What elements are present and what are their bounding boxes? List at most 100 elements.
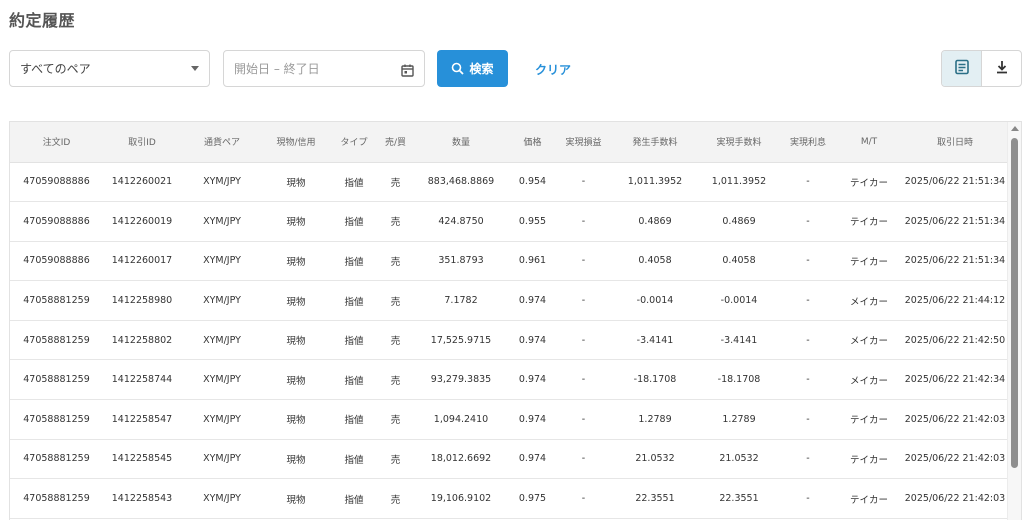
table-cell: 1412258802 [111, 334, 173, 346]
table-cell: テイカー [849, 454, 888, 466]
table-cell: 22.3551 [635, 493, 675, 505]
table-cell: XYM/JPY [203, 493, 241, 505]
table-cell: - [581, 215, 586, 227]
table-cell: 指値 [344, 336, 364, 348]
table-cell: 351.8793 [438, 255, 484, 267]
table-cell: 売 [390, 256, 401, 268]
table-cell: 2025/06/22 21:44:12 [904, 295, 1006, 307]
scroll-thumb[interactable] [1011, 138, 1018, 468]
table-cell: 売 [390, 375, 401, 387]
clear-button[interactable]: クリア [535, 61, 571, 78]
column-header: 価格 [510, 122, 555, 163]
table-cell: 売 [390, 217, 401, 229]
table-cell: 47058881259 [23, 493, 90, 505]
table-cell: - [806, 255, 810, 267]
table-cell: XYM/JPY [203, 334, 241, 346]
search-button-label: 検索 [469, 62, 494, 76]
table-cell: - [806, 493, 810, 505]
table-cell: 指値 [344, 177, 364, 189]
table-cell: - [581, 334, 586, 346]
table-cell: 0.955 [518, 215, 547, 227]
date-range-input[interactable] [234, 61, 401, 76]
column-header: 売/買 [379, 122, 412, 163]
table-cell: 2025/06/22 21:42:03 [904, 493, 1006, 505]
table-cell: 指値 [344, 375, 364, 387]
table-cell: XYM/JPY [203, 176, 241, 188]
column-header: 注文ID [10, 122, 103, 163]
table-cell: XYM/JPY [203, 215, 241, 227]
table-cell: 2025/06/22 21:51:34 [904, 215, 1006, 227]
table-cell: -0.0014 [720, 295, 758, 307]
table-cell: 現物 [286, 217, 306, 229]
table-cell: テイカー [849, 217, 888, 229]
table-cell: 1412260017 [111, 255, 173, 267]
table-cell: 指値 [344, 256, 364, 268]
table-cell: メイカー [849, 375, 888, 387]
table-cell: 1412260021 [111, 176, 173, 188]
table-cell: 指値 [344, 296, 364, 308]
table-cell: 売 [390, 415, 401, 427]
table-cell: 指値 [344, 217, 364, 229]
table-cell: テイカー [849, 494, 888, 506]
download-button[interactable] [982, 51, 1021, 86]
table-cell: 1412258545 [111, 453, 173, 465]
table-cell: - [581, 453, 586, 465]
table-cell: 2025/06/22 21:42:03 [904, 413, 1006, 425]
table-cell: 現物 [286, 454, 306, 466]
table-cell: 18,012.6692 [430, 453, 492, 465]
table-cell: XYM/JPY [203, 295, 241, 307]
table-cell: - [581, 374, 586, 386]
search-icon [451, 62, 465, 75]
table-cell: 1412260019 [111, 215, 173, 227]
table-row: 47058881259 1412258980 XYM/JPY 現物 指値 売 7.1782 0… [10, 281, 1008, 321]
table-cell: 0.4058 [638, 255, 672, 267]
date-range-field[interactable] [223, 50, 425, 87]
table-cell: - [806, 176, 810, 188]
table-cell: -3.4141 [636, 334, 674, 346]
table-cell: 47059088886 [23, 176, 90, 188]
table-cell: 2025/06/22 21:42:03 [904, 453, 1006, 465]
table-header-row: 注文ID 取引ID 通貨ペア 現物/信用 タイプ 売/買 数量 価格 実現損益 発生手数料 実現手数… [10, 122, 1008, 163]
table-row: 47058881259 1412258744 XYM/JPY 現物 指値 売 93,279.… [10, 360, 1008, 400]
table-cell: 現物 [286, 375, 306, 387]
table-cell: 0.4869 [722, 215, 756, 227]
table-cell: 47058881259 [23, 295, 90, 307]
table-cell: 1.2789 [722, 413, 756, 425]
search-button[interactable]: 検索 [437, 50, 508, 87]
table-cell: 現物 [286, 256, 306, 268]
table-cell: 1,094.2410 [433, 413, 489, 425]
scroll-up-arrow-icon[interactable] [1011, 126, 1019, 131]
column-header: 実現手数料 [698, 122, 780, 163]
table-row: 47059088886 1412260017 XYM/JPY 現物 指値 売 351.879… [10, 241, 1008, 281]
table-cell: 売 [390, 296, 401, 308]
list-view-button[interactable] [942, 51, 982, 86]
column-header: 実現損益 [555, 122, 612, 163]
table-scrollbar[interactable] [1007, 122, 1021, 520]
table-cell: - [581, 295, 586, 307]
table-cell: XYM/JPY [203, 453, 241, 465]
table-cell: - [806, 215, 810, 227]
table-cell: 指値 [344, 454, 364, 466]
column-header: 通貨ペア [181, 122, 263, 163]
table-cell: XYM/JPY [203, 374, 241, 386]
table-cell: - [581, 493, 586, 505]
table-cell: -3.4141 [720, 334, 758, 346]
column-header: 実現利息 [780, 122, 836, 163]
table-cell: 売 [390, 454, 401, 466]
table-cell: 0.974 [518, 295, 547, 307]
table-row: 47058881259 1412258802 XYM/JPY 現物 指値 売 17,525.… [10, 320, 1008, 360]
table-cell: - [806, 413, 810, 425]
pair-select[interactable]: すべてのペア [9, 50, 210, 87]
table-cell: 424.8750 [438, 215, 484, 227]
table-cell: 2025/06/22 21:51:34 [904, 176, 1006, 188]
table-cell: 1,011.3952 [711, 176, 767, 188]
table-cell: 0.974 [518, 374, 547, 386]
calendar-icon[interactable] [401, 62, 414, 77]
download-icon [994, 59, 1010, 79]
table-cell: -0.0014 [636, 295, 674, 307]
table-cell: 指値 [344, 415, 364, 427]
table-row: 47058881259 1412258547 XYM/JPY 現物 指値 売 1,094.2… [10, 400, 1008, 440]
table-cell: 売 [390, 336, 401, 348]
table-cell: - [806, 453, 810, 465]
table-cell: 7.1782 [444, 295, 478, 307]
